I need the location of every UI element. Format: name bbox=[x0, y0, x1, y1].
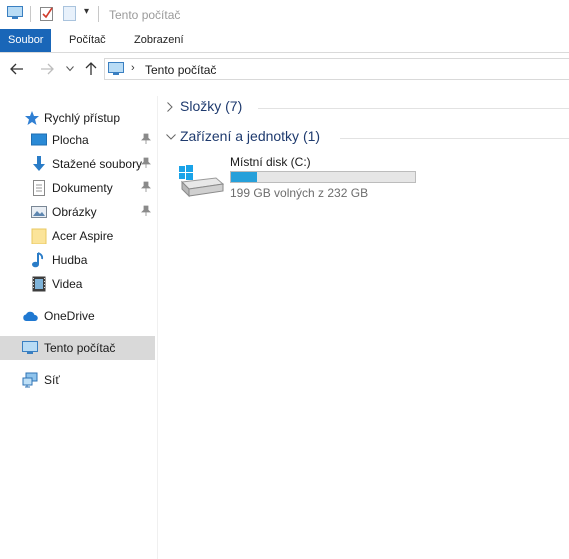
recent-locations-chevron-icon[interactable] bbox=[66, 66, 74, 72]
computer-icon bbox=[7, 6, 23, 19]
pin-icon[interactable] bbox=[141, 133, 151, 145]
sidebar-item-tento-pocitac[interactable]: Tento počítač bbox=[0, 336, 155, 360]
separator bbox=[30, 6, 31, 22]
customize-toolbar-icon[interactable]: ▾ bbox=[84, 6, 89, 17]
group-header-folders[interactable]: Složky (7) bbox=[166, 98, 569, 116]
group-title: Zařízení a jednotky (1) bbox=[180, 128, 321, 144]
computer-icon bbox=[22, 341, 38, 354]
sidebar-item-onedrive[interactable]: OneDrive bbox=[0, 304, 155, 328]
sidebar-item-label: Tento počítač bbox=[44, 341, 116, 355]
sidebar-item-videa[interactable]: Videa bbox=[0, 272, 155, 296]
computer-icon bbox=[108, 62, 124, 75]
drive-usage-bar bbox=[230, 171, 416, 183]
new-folder-icon[interactable] bbox=[63, 6, 76, 21]
sidebar-item-dokumenty[interactable]: Dokumenty bbox=[0, 176, 155, 200]
chevron-down-icon[interactable] bbox=[166, 133, 176, 141]
sidebar-item-label: Hudba bbox=[52, 253, 88, 267]
tab-soubor[interactable]: Soubor bbox=[0, 29, 52, 52]
breadcrumb-chevron-icon[interactable]: › bbox=[131, 62, 135, 74]
star-icon bbox=[25, 111, 39, 125]
tab-pocitac[interactable]: Počítač bbox=[61, 29, 114, 52]
cloud-icon bbox=[23, 311, 38, 321]
forward-arrow-icon[interactable] bbox=[40, 63, 54, 75]
pin-icon[interactable] bbox=[141, 181, 151, 193]
film-icon bbox=[32, 276, 46, 292]
sidebar-item-hudba[interactable]: Hudba bbox=[0, 248, 155, 272]
up-arrow-icon[interactable] bbox=[85, 62, 97, 76]
folder-icon bbox=[31, 228, 47, 244]
back-arrow-icon[interactable] bbox=[10, 63, 24, 75]
breadcrumb-this-pc[interactable]: Tento počítač bbox=[145, 63, 216, 77]
sidebar-item-label: Plocha bbox=[52, 133, 89, 147]
sidebar-item-quick-access[interactable]: Rychlý přístup bbox=[0, 106, 155, 130]
group-header-devices[interactable]: Zařízení a jednotky (1) bbox=[166, 128, 569, 146]
sidebar-item-label: Videa bbox=[52, 277, 83, 291]
sidebar-item-obrazky[interactable]: Obrázky bbox=[0, 200, 155, 224]
window-title: Tento počítač bbox=[109, 8, 181, 22]
group-divider bbox=[340, 138, 569, 139]
download-arrow-icon bbox=[33, 156, 45, 171]
sidebar-item-label: Dokumenty bbox=[52, 181, 113, 195]
tab-zobrazeni[interactable]: Zobrazení bbox=[126, 29, 192, 52]
sidebar-item-label: Acer Aspire bbox=[52, 229, 114, 243]
sidebar-item-sit[interactable]: Síť bbox=[0, 368, 155, 392]
drive-usage-fill bbox=[231, 172, 258, 182]
pin-icon[interactable] bbox=[141, 205, 151, 217]
ribbon-tabs: Soubor Počítač Zobrazení bbox=[0, 29, 569, 53]
group-divider bbox=[258, 108, 569, 109]
sidebar-item-label: Síť bbox=[44, 373, 60, 387]
hard-drive-icon bbox=[179, 165, 224, 198]
pictures-icon bbox=[31, 206, 47, 218]
address-bar[interactable]: › Tento počítač bbox=[104, 58, 569, 80]
music-note-icon bbox=[32, 252, 44, 268]
drive-name: Místní disk (C:) bbox=[230, 155, 311, 169]
network-icon bbox=[22, 372, 38, 388]
properties-icon[interactable] bbox=[40, 5, 54, 21]
drive-item-c[interactable]: Místní disk (C:) 199 GB volných z 232 GB bbox=[178, 152, 428, 202]
group-title: Složky (7) bbox=[180, 98, 243, 114]
drive-free-space: 199 GB volných z 232 GB bbox=[230, 186, 369, 200]
pin-icon[interactable] bbox=[141, 157, 151, 169]
sidebar-item-label: Rychlý přístup bbox=[44, 111, 121, 125]
chevron-right-icon[interactable] bbox=[166, 102, 174, 112]
navigation-pane: Rychlý přístup Plocha Stažené soubory Do… bbox=[0, 96, 158, 559]
sidebar-item-label: OneDrive bbox=[44, 309, 95, 323]
sidebar-item-plocha[interactable]: Plocha bbox=[0, 128, 155, 152]
document-icon bbox=[33, 180, 45, 196]
title-bar: ▾ Tento počítač bbox=[0, 0, 569, 29]
separator bbox=[98, 6, 99, 22]
sidebar-item-acer-aspire[interactable]: Acer Aspire bbox=[0, 224, 155, 248]
sidebar-item-label: Stažené soubory bbox=[52, 157, 143, 171]
sidebar-item-stazene-soubory[interactable]: Stažené soubory bbox=[0, 152, 155, 176]
sidebar-item-label: Obrázky bbox=[52, 205, 97, 219]
desktop-icon bbox=[31, 133, 47, 146]
